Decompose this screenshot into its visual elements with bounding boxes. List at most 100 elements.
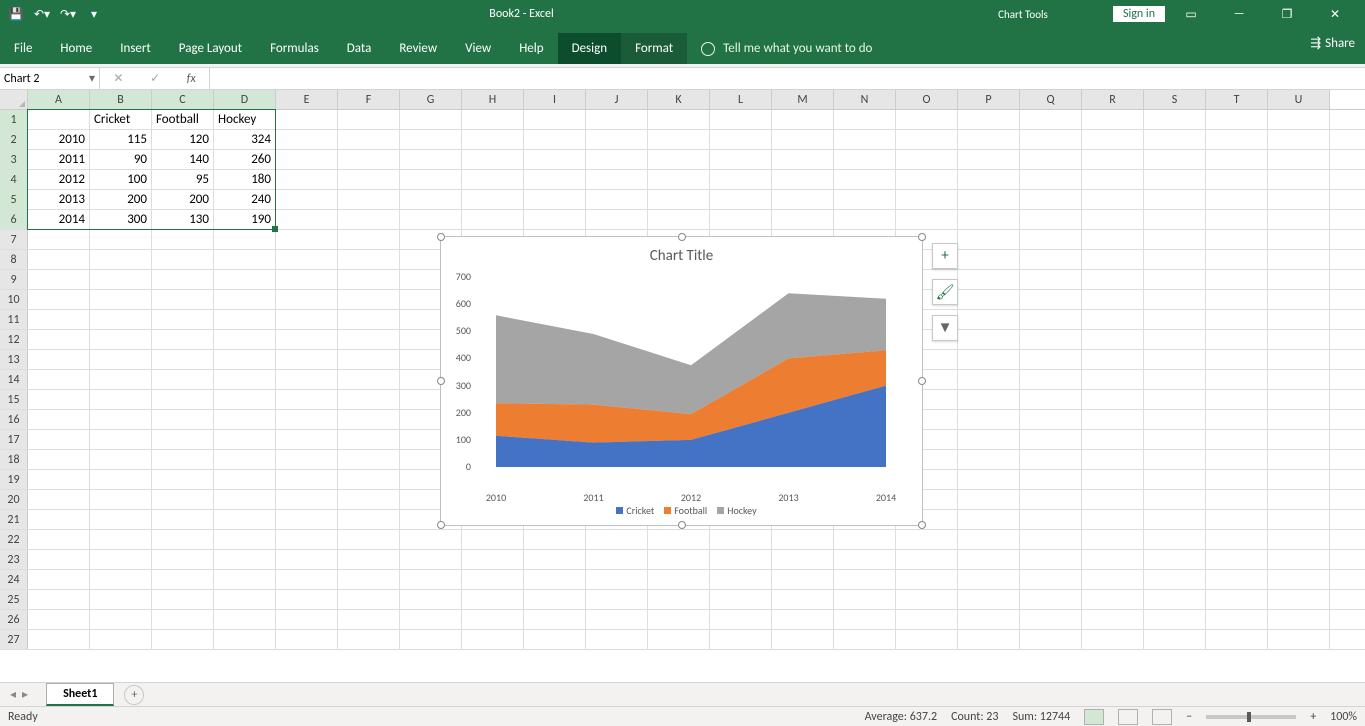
sheet-tab-active[interactable]: Sheet1 (46, 683, 114, 706)
cell[interactable] (896, 570, 958, 589)
cell[interactable] (958, 550, 1020, 569)
cell[interactable] (1020, 290, 1082, 309)
cell[interactable] (1144, 450, 1206, 469)
cell[interactable] (1020, 250, 1082, 269)
cell[interactable] (1020, 630, 1082, 649)
column-header[interactable]: G (400, 90, 462, 109)
cell[interactable] (1206, 130, 1268, 149)
cell[interactable] (1020, 490, 1082, 509)
tab-insert[interactable]: Insert (106, 33, 165, 64)
row-header[interactable]: 13 (0, 350, 28, 369)
cell[interactable] (400, 530, 462, 549)
cell[interactable] (958, 490, 1020, 509)
cell[interactable] (90, 470, 152, 489)
cell[interactable] (28, 310, 90, 329)
column-header[interactable]: S (1144, 90, 1206, 109)
cell[interactable] (338, 110, 400, 129)
cell[interactable] (276, 250, 338, 269)
cell[interactable] (1020, 110, 1082, 129)
qat-customize-icon[interactable]: ▾ (86, 6, 102, 22)
cell[interactable] (772, 610, 834, 629)
cell[interactable] (524, 110, 586, 129)
cell[interactable] (338, 610, 400, 629)
cell[interactable] (1144, 510, 1206, 529)
chart-legend[interactable]: CricketFootballHockey (441, 504, 922, 517)
cell[interactable] (1144, 290, 1206, 309)
cell[interactable] (524, 190, 586, 209)
cell[interactable] (896, 130, 958, 149)
cell[interactable]: 190 (214, 210, 276, 229)
cell[interactable] (1144, 110, 1206, 129)
row-header[interactable]: 27 (0, 630, 28, 649)
cell[interactable] (772, 110, 834, 129)
cell[interactable] (28, 450, 90, 469)
cell[interactable] (1206, 190, 1268, 209)
cell[interactable] (896, 150, 958, 169)
cell[interactable] (214, 550, 276, 569)
new-sheet-button[interactable]: + (124, 685, 144, 705)
cell[interactable] (586, 630, 648, 649)
cell[interactable] (1020, 530, 1082, 549)
chart-object[interactable]: Chart Title 0100200300400500600700 20102… (440, 236, 923, 526)
undo-icon[interactable]: ↶▾ (34, 6, 50, 22)
cell[interactable] (586, 170, 648, 189)
row-header[interactable]: 8 (0, 250, 28, 269)
cell[interactable] (1082, 110, 1144, 129)
cell[interactable] (1206, 270, 1268, 289)
cell[interactable] (958, 170, 1020, 189)
cell[interactable] (1268, 510, 1330, 529)
cell[interactable] (710, 190, 772, 209)
cell[interactable] (958, 390, 1020, 409)
cell[interactable] (772, 570, 834, 589)
cell[interactable] (1082, 270, 1144, 289)
cell[interactable] (1082, 570, 1144, 589)
cell[interactable] (1144, 470, 1206, 489)
cell[interactable] (90, 590, 152, 609)
row-header[interactable]: 18 (0, 450, 28, 469)
cell[interactable] (1020, 450, 1082, 469)
chart-elements-button[interactable]: + (932, 243, 958, 269)
cell[interactable] (276, 190, 338, 209)
chart-filters-button[interactable]: ▼ (932, 315, 958, 341)
cell[interactable] (338, 170, 400, 189)
cell[interactable] (1082, 450, 1144, 469)
cell[interactable] (958, 230, 1020, 249)
cell[interactable] (834, 610, 896, 629)
cell[interactable] (214, 410, 276, 429)
cell[interactable] (28, 490, 90, 509)
cell[interactable] (772, 170, 834, 189)
cell[interactable] (28, 590, 90, 609)
cell[interactable] (90, 230, 152, 249)
cell[interactable] (276, 530, 338, 549)
cell[interactable]: 200 (152, 190, 214, 209)
cell[interactable] (276, 610, 338, 629)
cell[interactable]: 2014 (28, 210, 90, 229)
column-header[interactable]: B (90, 90, 152, 109)
tab-help[interactable]: Help (505, 33, 557, 64)
cell[interactable] (648, 170, 710, 189)
cell[interactable] (958, 590, 1020, 609)
row-header[interactable]: 22 (0, 530, 28, 549)
cell[interactable] (524, 550, 586, 569)
cell[interactable] (338, 270, 400, 289)
cell[interactable] (462, 210, 524, 229)
cell[interactable] (1268, 210, 1330, 229)
cell[interactable] (958, 610, 1020, 629)
cell[interactable] (276, 570, 338, 589)
cell[interactable] (214, 510, 276, 529)
resize-handle[interactable] (437, 377, 445, 385)
cell[interactable] (1144, 490, 1206, 509)
cell[interactable] (400, 190, 462, 209)
cell[interactable] (1206, 230, 1268, 249)
cell[interactable] (958, 630, 1020, 649)
cell[interactable] (1082, 550, 1144, 569)
cell[interactable] (710, 570, 772, 589)
cell[interactable] (1020, 130, 1082, 149)
cell[interactable] (152, 550, 214, 569)
cell[interactable] (1268, 450, 1330, 469)
cell[interactable]: 300 (90, 210, 152, 229)
cell[interactable] (338, 130, 400, 149)
cell[interactable] (958, 110, 1020, 129)
page-layout-view-button[interactable] (1118, 709, 1138, 725)
cell[interactable] (648, 110, 710, 129)
